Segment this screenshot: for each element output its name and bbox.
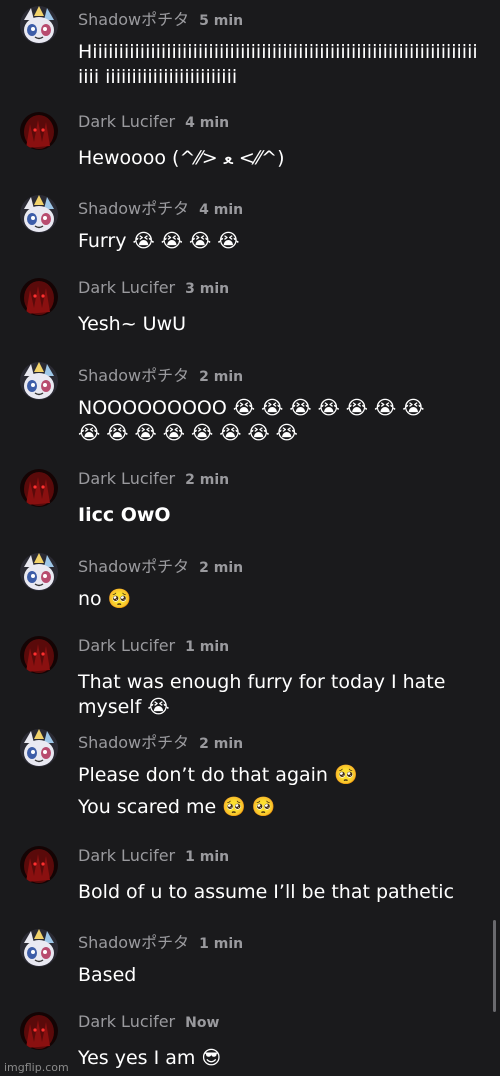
message-text: Yes yes I am 😎: [78, 1047, 222, 1069]
timestamp: 2 min: [199, 560, 244, 576]
timestamp: 4 min: [199, 202, 244, 218]
avatar[interactable]: [20, 278, 58, 316]
message-header: Shadowポチタ 2 min: [78, 362, 243, 386]
message-text: no 🥺: [78, 588, 132, 610]
author-name[interactable]: Dark Lucifer: [78, 636, 175, 655]
message-text: Based: [78, 964, 137, 986]
message-text: NOOOOOOOOO 😭 😭 😭 😭 😭 😭 😭 😭 😭 😭 😭 😭 😭 😭 😭: [78, 397, 431, 444]
author-name[interactable]: Shadowポチタ: [78, 366, 189, 385]
message-header: Shadowポチタ 1 min: [78, 929, 243, 953]
message-header: Dark Lucifer 2 min: [78, 469, 229, 488]
message-text: Yesh~ UwU: [78, 313, 187, 335]
message-header: Dark Lucifer Now: [78, 1012, 219, 1031]
timestamp: 2 min: [185, 472, 230, 488]
avatar[interactable]: [20, 469, 58, 507]
author-name[interactable]: Shadowポチタ: [78, 933, 189, 952]
message-header: Shadowポチタ 2 min: [78, 553, 243, 577]
message-header: Shadowポチタ 4 min: [78, 195, 243, 219]
avatar[interactable]: [20, 553, 58, 591]
timestamp: 2 min: [199, 369, 244, 385]
avatar[interactable]: [20, 729, 58, 767]
message-text: Iicc OwO: [78, 504, 171, 526]
message-header: Dark Lucifer 1 min: [78, 846, 229, 865]
author-name[interactable]: Dark Lucifer: [78, 278, 175, 297]
author-name[interactable]: Shadowポチタ: [78, 733, 189, 752]
avatar[interactable]: [20, 362, 58, 400]
avatar[interactable]: [20, 846, 58, 884]
message-text: Hewoooo (^⁄⁄> ﻌ <⁄⁄^): [78, 147, 285, 169]
timestamp: 5 min: [199, 13, 244, 29]
message-text: Please don’t do that again 🥺: [78, 764, 358, 786]
message-header: Dark Lucifer 3 min: [78, 278, 229, 297]
author-name[interactable]: Dark Lucifer: [78, 1012, 175, 1031]
message-header: Shadowポチタ 2 min: [78, 729, 243, 753]
message-header: Shadowポチタ 5 min: [78, 6, 243, 30]
timestamp: 3 min: [185, 281, 230, 297]
author-name[interactable]: Shadowポチタ: [78, 199, 189, 218]
timestamp: 2 min: [199, 736, 244, 752]
avatar[interactable]: [20, 929, 58, 967]
avatar[interactable]: [20, 195, 58, 233]
timestamp: 1 min: [185, 639, 230, 655]
message-text: You scared me 🥺 🥺: [78, 796, 276, 818]
author-name[interactable]: Dark Lucifer: [78, 846, 175, 865]
message-text: Bold of u to assume I’ll be that patheti…: [78, 881, 455, 903]
timestamp: 4 min: [185, 115, 230, 131]
message-header: Dark Lucifer 1 min: [78, 636, 229, 655]
message-text: Hiiiiiiiiiiiiiiiiiiiiiiiiiiiiiiiiiiiiiii…: [78, 41, 478, 88]
avatar[interactable]: [20, 636, 58, 674]
message-text: That was enough furry for today I hate m…: [78, 671, 452, 718]
scrollbar[interactable]: [493, 920, 496, 1012]
avatar[interactable]: [20, 6, 58, 44]
avatar[interactable]: [20, 112, 58, 150]
author-name[interactable]: Shadowポチタ: [78, 557, 189, 576]
author-name[interactable]: Dark Lucifer: [78, 469, 175, 488]
timestamp: 1 min: [199, 936, 244, 952]
message-header: Dark Lucifer 4 min: [78, 112, 229, 131]
timestamp: Now: [185, 1015, 220, 1031]
avatar[interactable]: [20, 1012, 58, 1050]
author-name[interactable]: Shadowポチタ: [78, 10, 189, 29]
author-name[interactable]: Dark Lucifer: [78, 112, 175, 131]
message-text: Furry 😭 😭 😭 😭: [78, 230, 240, 252]
timestamp: 1 min: [185, 849, 230, 865]
imgflip-watermark: imgflip.com: [4, 1061, 69, 1074]
